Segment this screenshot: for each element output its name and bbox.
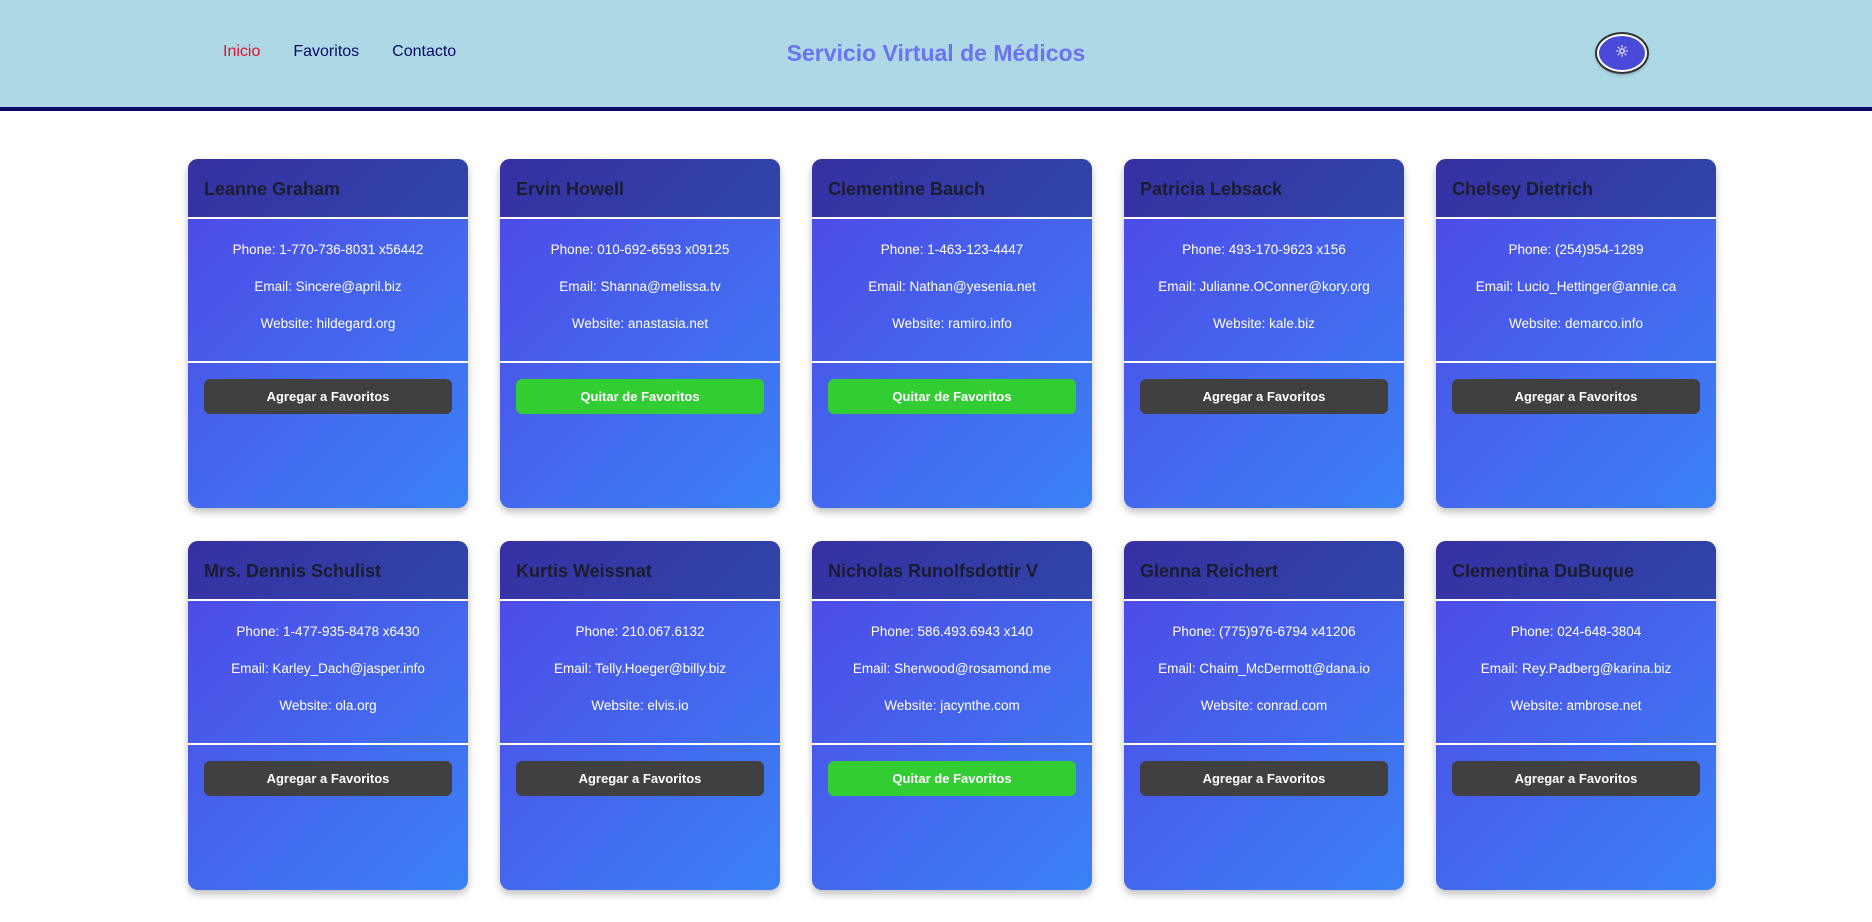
doctor-phone: Phone: 586.493.6943 x140: [870, 624, 1034, 639]
doctor-name: Clementina DuBuque: [1436, 541, 1716, 601]
doctor-contact-info: Phone: 1-770-736-8031 x56442 Email: Sinc…: [188, 219, 468, 363]
doctor-card: Chelsey Dietrich Phone: (254)954-1289 Em…: [1436, 159, 1716, 508]
card-actions: Quitar de Favoritos: [812, 745, 1092, 796]
remove-favorite-button[interactable]: Quitar de Favoritos: [516, 379, 764, 414]
doctor-phone: Phone: (254)954-1289: [1508, 242, 1644, 257]
card-actions: Agregar a Favoritos: [188, 363, 468, 414]
doctor-website: Website: demarco.info: [1508, 316, 1644, 331]
doctor-email: Email: Shanna@melissa.tv: [559, 279, 721, 294]
doctor-contact-info: Phone: (254)954-1289 Email: Lucio_Hettin…: [1436, 219, 1716, 363]
doctor-card: Mrs. Dennis Schulist Phone: 1-477-935-84…: [188, 541, 468, 890]
doctor-card: Clementine Bauch Phone: 1-463-123-4447 E…: [812, 159, 1092, 508]
add-favorite-button[interactable]: Agregar a Favoritos: [204, 379, 452, 414]
card-actions: Agregar a Favoritos: [1124, 745, 1404, 796]
add-favorite-button[interactable]: Agregar a Favoritos: [204, 761, 452, 796]
doctor-name: Leanne Graham: [188, 159, 468, 219]
remove-favorite-button[interactable]: Quitar de Favoritos: [828, 379, 1076, 414]
card-actions: Quitar de Favoritos: [500, 363, 780, 414]
card-actions: Agregar a Favoritos: [1436, 363, 1716, 414]
doctor-card: Kurtis Weissnat Phone: 210.067.6132 Emai…: [500, 541, 780, 890]
doctor-name: Ervin Howell: [500, 159, 780, 219]
doctor-card: Patricia Lebsack Phone: 493-170-9623 x15…: [1124, 159, 1404, 508]
doctor-website: Website: anastasia.net: [571, 316, 709, 331]
card-actions: Quitar de Favoritos: [812, 363, 1092, 414]
doctor-phone: Phone: 1-770-736-8031 x56442: [232, 242, 424, 257]
doctor-phone: Phone: 210.067.6132: [575, 624, 705, 639]
doctor-name: Clementine Bauch: [812, 159, 1092, 219]
doctor-email: Email: Julianne.OConner@kory.org: [1158, 279, 1370, 294]
remove-favorite-button[interactable]: Quitar de Favoritos: [828, 761, 1076, 796]
doctor-website: Website: conrad.com: [1200, 698, 1328, 713]
doctor-email: Email: Karley_Dach@jasper.info: [231, 661, 425, 676]
doctor-card: Ervin Howell Phone: 010-692-6593 x09125 …: [500, 159, 780, 508]
doctor-website: Website: elvis.io: [591, 698, 689, 713]
card-actions: Agregar a Favoritos: [500, 745, 780, 796]
doctor-email: Email: Nathan@yesenia.net: [868, 279, 1036, 294]
doctor-phone: Phone: (775)976-6794 x41206: [1172, 624, 1356, 639]
doctor-phone: Phone: 010-692-6593 x09125: [550, 242, 730, 257]
doctor-email: Email: Lucio_Hettinger@annie.ca: [1475, 279, 1677, 294]
doctor-name: Glenna Reichert: [1124, 541, 1404, 601]
doctor-contact-info: Phone: 493-170-9623 x156 Email: Julianne…: [1124, 219, 1404, 363]
doctor-card: Glenna Reichert Phone: (775)976-6794 x41…: [1124, 541, 1404, 890]
doctor-email: Email: Sherwood@rosamond.me: [852, 661, 1052, 676]
doctor-website: Website: jacynthe.com: [884, 698, 1020, 713]
doctor-email: Email: Sincere@april.biz: [254, 279, 402, 294]
doctor-email: Email: Rey.Padberg@karina.biz: [1480, 661, 1672, 676]
doctor-name: Chelsey Dietrich: [1436, 159, 1716, 219]
doctor-card: Leanne Graham Phone: 1-770-736-8031 x564…: [188, 159, 468, 508]
doctor-email: Email: Chaim_McDermott@dana.io: [1158, 661, 1370, 676]
doctor-card: Nicholas Runolfsdottir V Phone: 586.493.…: [812, 541, 1092, 890]
doctor-name: Patricia Lebsack: [1124, 159, 1404, 219]
doctor-name: Mrs. Dennis Schulist: [188, 541, 468, 601]
add-favorite-button[interactable]: Agregar a Favoritos: [1140, 379, 1388, 414]
card-actions: Agregar a Favoritos: [1436, 745, 1716, 796]
doctor-website: Website: hildegard.org: [260, 316, 396, 331]
doctor-phone: Phone: 493-170-9623 x156: [1182, 242, 1346, 257]
doctor-website: Website: ambrose.net: [1510, 698, 1642, 713]
doctor-website: Website: kale.biz: [1213, 316, 1315, 331]
doctor-contact-info: Phone: 1-463-123-4447 Email: Nathan@yese…: [812, 219, 1092, 363]
doctor-phone: Phone: 024-648-3804: [1510, 624, 1642, 639]
doctor-website: Website: ramiro.info: [892, 316, 1012, 331]
card-actions: Agregar a Favoritos: [188, 745, 468, 796]
add-favorite-button[interactable]: Agregar a Favoritos: [1452, 761, 1700, 796]
add-favorite-button[interactable]: Agregar a Favoritos: [516, 761, 764, 796]
site-header: Inicio Favoritos Contacto Servicio Virtu…: [0, 0, 1872, 111]
doctor-card-grid: Leanne Graham Phone: 1-770-736-8031 x564…: [188, 159, 1716, 890]
sun-icon: [1616, 44, 1628, 62]
doctor-contact-info: Phone: (775)976-6794 x41206 Email: Chaim…: [1124, 601, 1404, 745]
add-favorite-button[interactable]: Agregar a Favoritos: [1140, 761, 1388, 796]
doctor-contact-info: Phone: 586.493.6943 x140 Email: Sherwood…: [812, 601, 1092, 745]
doctor-contact-info: Phone: 1-477-935-8478 x6430 Email: Karle…: [188, 601, 468, 745]
doctor-contact-info: Phone: 024-648-3804 Email: Rey.Padberg@k…: [1436, 601, 1716, 745]
theme-toggle-button[interactable]: [1597, 34, 1647, 72]
doctor-contact-info: Phone: 010-692-6593 x09125 Email: Shanna…: [500, 219, 780, 363]
card-actions: Agregar a Favoritos: [1124, 363, 1404, 414]
doctor-contact-info: Phone: 210.067.6132 Email: Telly.Hoeger@…: [500, 601, 780, 745]
doctor-website: Website: ola.org: [279, 698, 377, 713]
doctor-email: Email: Telly.Hoeger@billy.biz: [553, 661, 726, 676]
doctor-card: Clementina DuBuque Phone: 024-648-3804 E…: [1436, 541, 1716, 890]
page-title: Servicio Virtual de Médicos: [786, 40, 1086, 66]
doctor-name: Nicholas Runolfsdottir V: [812, 541, 1092, 601]
doctor-phone: Phone: 1-477-935-8478 x6430: [236, 624, 420, 639]
add-favorite-button[interactable]: Agregar a Favoritos: [1452, 379, 1700, 414]
doctor-name: Kurtis Weissnat: [500, 541, 780, 601]
doctor-phone: Phone: 1-463-123-4447: [880, 242, 1024, 257]
